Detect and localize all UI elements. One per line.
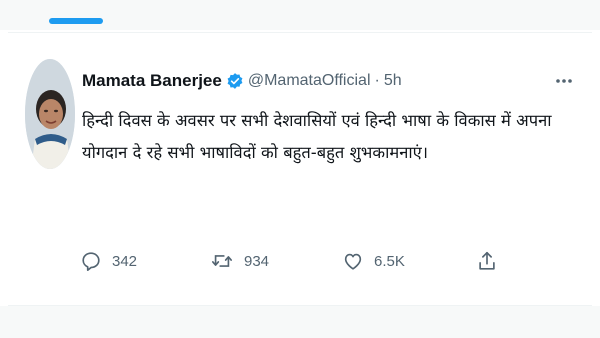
like-button[interactable]: 6.5K [342,241,405,281]
verified-badge-icon [226,72,244,90]
tweet-text: हिन्दी दिवस के अवसर पर सभी देशवासियों एव… [82,111,557,162]
top-strip [0,0,600,30]
share-button[interactable] [476,241,498,281]
reply-icon [80,250,102,272]
reply-count: 342 [112,252,138,270]
tweet-actions: 342 934 6.5K [8,241,592,281]
retweet-icon [210,250,234,272]
share-icon [476,250,498,272]
author-name[interactable]: Mamata Banerjee [82,71,222,91]
author-handle[interactable]: @MamataOfficial [248,72,371,90]
separator-dot: · [374,72,380,89]
like-count: 6.5K [374,252,405,270]
tweet-header: Mamata Banerjee @MamataOfficial · 5h [82,67,402,95]
tweet-card[interactable]: Mamata Banerjee @MamataOfficial · 5h हिन… [8,32,592,306]
more-options-icon[interactable] [554,73,574,89]
avatar[interactable] [25,59,75,169]
reply-button[interactable]: 342 [80,241,137,281]
retweet-button[interactable]: 934 [210,241,269,281]
active-tab-indicator [49,18,103,24]
bottom-strip [0,306,600,338]
retweet-count: 934 [244,252,270,270]
heart-icon [342,250,364,272]
tweet-timestamp[interactable]: 5h [384,72,402,90]
